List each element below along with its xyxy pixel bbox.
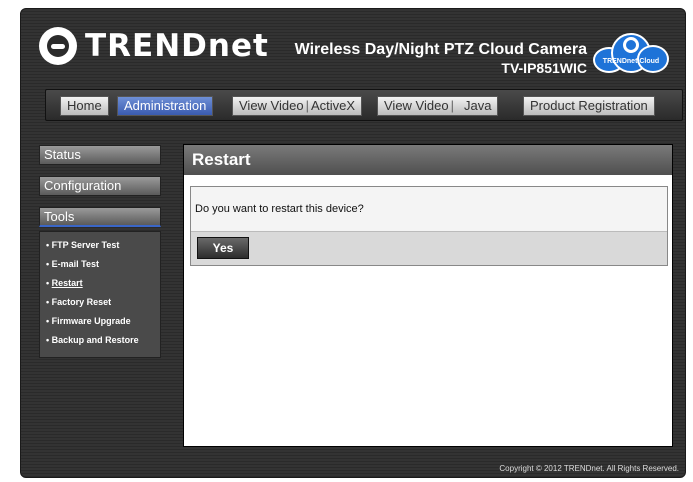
restart-panel: Do you want to restart this device? Yes bbox=[190, 186, 668, 266]
nav-home[interactable]: Home bbox=[60, 96, 109, 116]
tools-item-ftp-server-test[interactable]: • FTP Server Test bbox=[40, 236, 160, 255]
trendnet-logo-icon bbox=[39, 27, 77, 65]
page-title: Restart bbox=[184, 145, 672, 175]
top-nav: Home Administration View Video | ActiveX V… bbox=[45, 89, 683, 121]
nav-view-video-activex-label: View Video bbox=[239, 98, 304, 113]
sidebar-tools[interactable]: Tools bbox=[39, 207, 161, 227]
tools-item-backup-and-restore[interactable]: • Backup and Restore bbox=[40, 331, 160, 350]
nav-view-video-java-label: View Video bbox=[384, 98, 449, 113]
cloud-badge-label: TRENDnet Cloud bbox=[602, 58, 660, 65]
tools-item-label: FTP Server Test bbox=[51, 240, 120, 250]
cloud-badge: TRENDnet Cloud bbox=[593, 31, 669, 75]
nav-java-label: Java bbox=[463, 98, 492, 113]
sidebar-status[interactable]: Status bbox=[39, 145, 161, 165]
tools-item-factory-reset[interactable]: • Factory Reset bbox=[40, 293, 160, 312]
tools-item-restart[interactable]: • Restart bbox=[40, 274, 160, 293]
tools-item-email-test[interactable]: • E-mail Test bbox=[40, 255, 160, 274]
product-name: Wireless Day/Night PTZ Cloud Camera bbox=[294, 41, 587, 58]
tools-item-label: Backup and Restore bbox=[51, 335, 139, 345]
app-frame: TRENDnet Wireless Day/Night PTZ Cloud Ca… bbox=[20, 8, 686, 478]
product-model: TV-IP851WIC bbox=[501, 60, 587, 76]
tools-item-firmware-upgrade[interactable]: • Firmware Upgrade bbox=[40, 312, 160, 331]
nav-view-video-activex[interactable]: View Video | ActiveX bbox=[232, 96, 363, 116]
tools-item-label: Restart bbox=[51, 278, 83, 288]
nav-administration[interactable]: Administration bbox=[117, 96, 214, 116]
trendnet-logo: TRENDnet bbox=[39, 27, 269, 65]
nav-view-video-java[interactable]: View Video | Java bbox=[377, 96, 499, 116]
header: TRENDnet Wireless Day/Night PTZ Cloud Ca… bbox=[21, 9, 685, 89]
tools-item-label: Firmware Upgrade bbox=[51, 316, 131, 326]
product-info: Wireless Day/Night PTZ Cloud Camera TV-I… bbox=[295, 41, 587, 76]
nav-activex-label: ActiveX bbox=[310, 98, 356, 113]
tools-menu: • FTP Server Test • E-mail Test • Restar… bbox=[39, 231, 161, 358]
main-content: Restart Do you want to restart this devi… bbox=[183, 144, 673, 447]
nav-product-registration[interactable]: Product Registration bbox=[523, 96, 655, 116]
cloud-logo-icon bbox=[623, 37, 639, 53]
sidebar-configuration[interactable]: Configuration bbox=[39, 176, 161, 196]
yes-button[interactable]: Yes bbox=[197, 237, 249, 259]
tools-item-label: Factory Reset bbox=[51, 297, 112, 307]
logo-text: TRENDnet bbox=[85, 28, 269, 64]
copyright: Copyright © 2012 TRENDnet. All Rights Re… bbox=[499, 464, 679, 473]
restart-message: Do you want to restart this device? bbox=[191, 187, 667, 231]
tools-item-label: E-mail Test bbox=[51, 259, 100, 269]
restart-actions: Yes bbox=[191, 231, 667, 265]
